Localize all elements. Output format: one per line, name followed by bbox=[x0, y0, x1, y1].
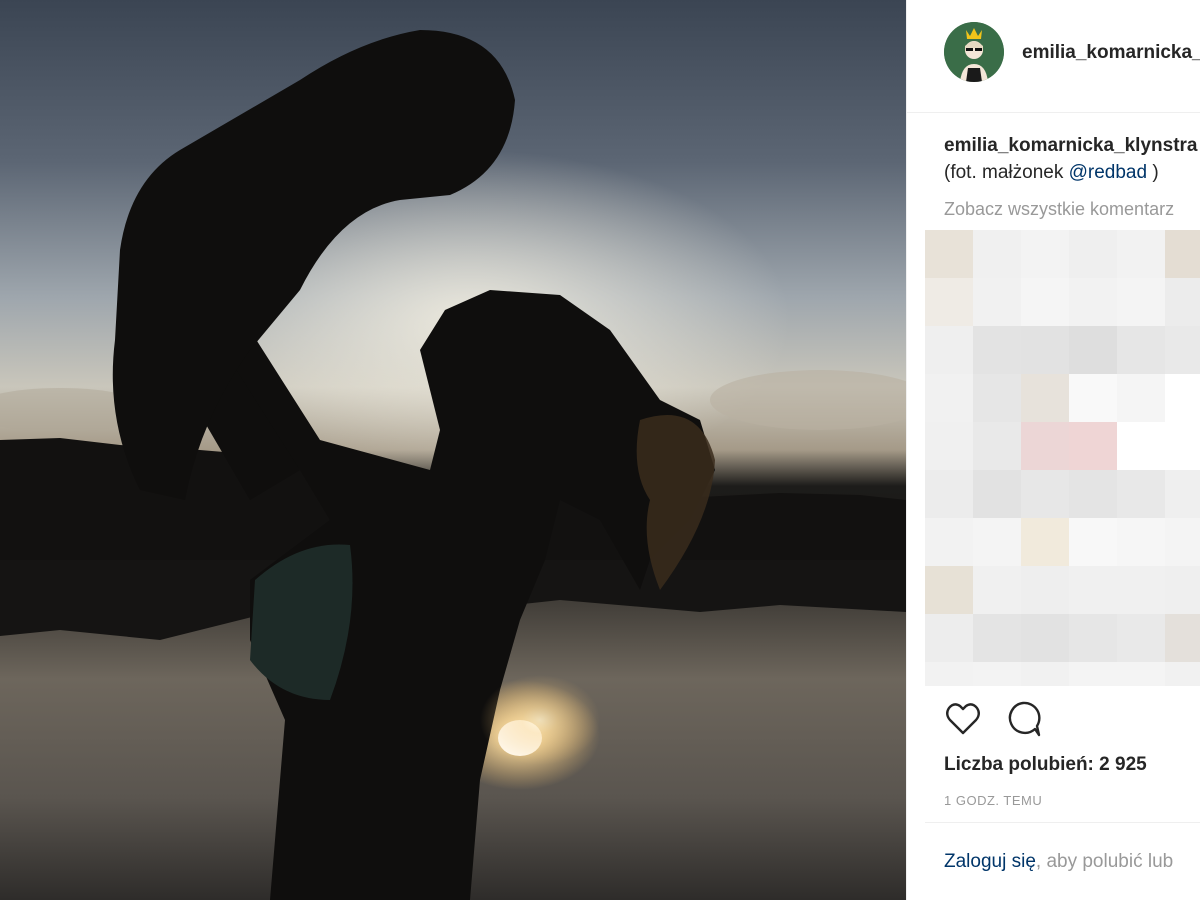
caption-username[interactable]: emilia_komarnicka_klynstra bbox=[944, 132, 1198, 159]
login-prompt-text: , aby polubić lub bbox=[1035, 851, 1174, 872]
panel-divider bbox=[925, 822, 1200, 823]
post-actions bbox=[944, 700, 1144, 740]
login-prompt: Zaloguj się, aby polubić lub bbox=[944, 851, 1173, 873]
login-link[interactable]: Zaloguj się bbox=[944, 851, 1036, 872]
likes-count[interactable]: Liczba polubień: 2 925 bbox=[944, 754, 1147, 776]
heart-icon[interactable] bbox=[944, 700, 984, 740]
header-username[interactable]: emilia_komarnicka_ bbox=[1022, 42, 1200, 64]
post-caption: emilia_komarnicka_klynstra (fot. małżone… bbox=[944, 132, 1198, 186]
post-timestamp: 1 GODZ. TEMU bbox=[944, 793, 1043, 808]
caption-text-prefix: (fot. małżonek bbox=[944, 162, 1069, 183]
post-side-panel: emilia_komarnicka_ emilia_komarnicka_kly… bbox=[906, 0, 1200, 900]
comments-pixelated-area bbox=[925, 230, 1200, 686]
photo-scene bbox=[0, 30, 906, 900]
post-photo[interactable] bbox=[0, 0, 906, 900]
caption-text: (fot. małżonek @redbad ) bbox=[944, 159, 1198, 186]
view-all-comments-link[interactable]: Zobacz wszystkie komentarz bbox=[944, 199, 1174, 220]
caption-text-suffix: ) bbox=[1147, 162, 1159, 183]
caption-mention-link[interactable]: @redbad bbox=[1069, 162, 1147, 183]
profile-avatar-icon[interactable] bbox=[944, 22, 1004, 82]
post-header: emilia_komarnicka_ bbox=[907, 0, 1200, 113]
comment-icon[interactable] bbox=[1004, 700, 1044, 740]
